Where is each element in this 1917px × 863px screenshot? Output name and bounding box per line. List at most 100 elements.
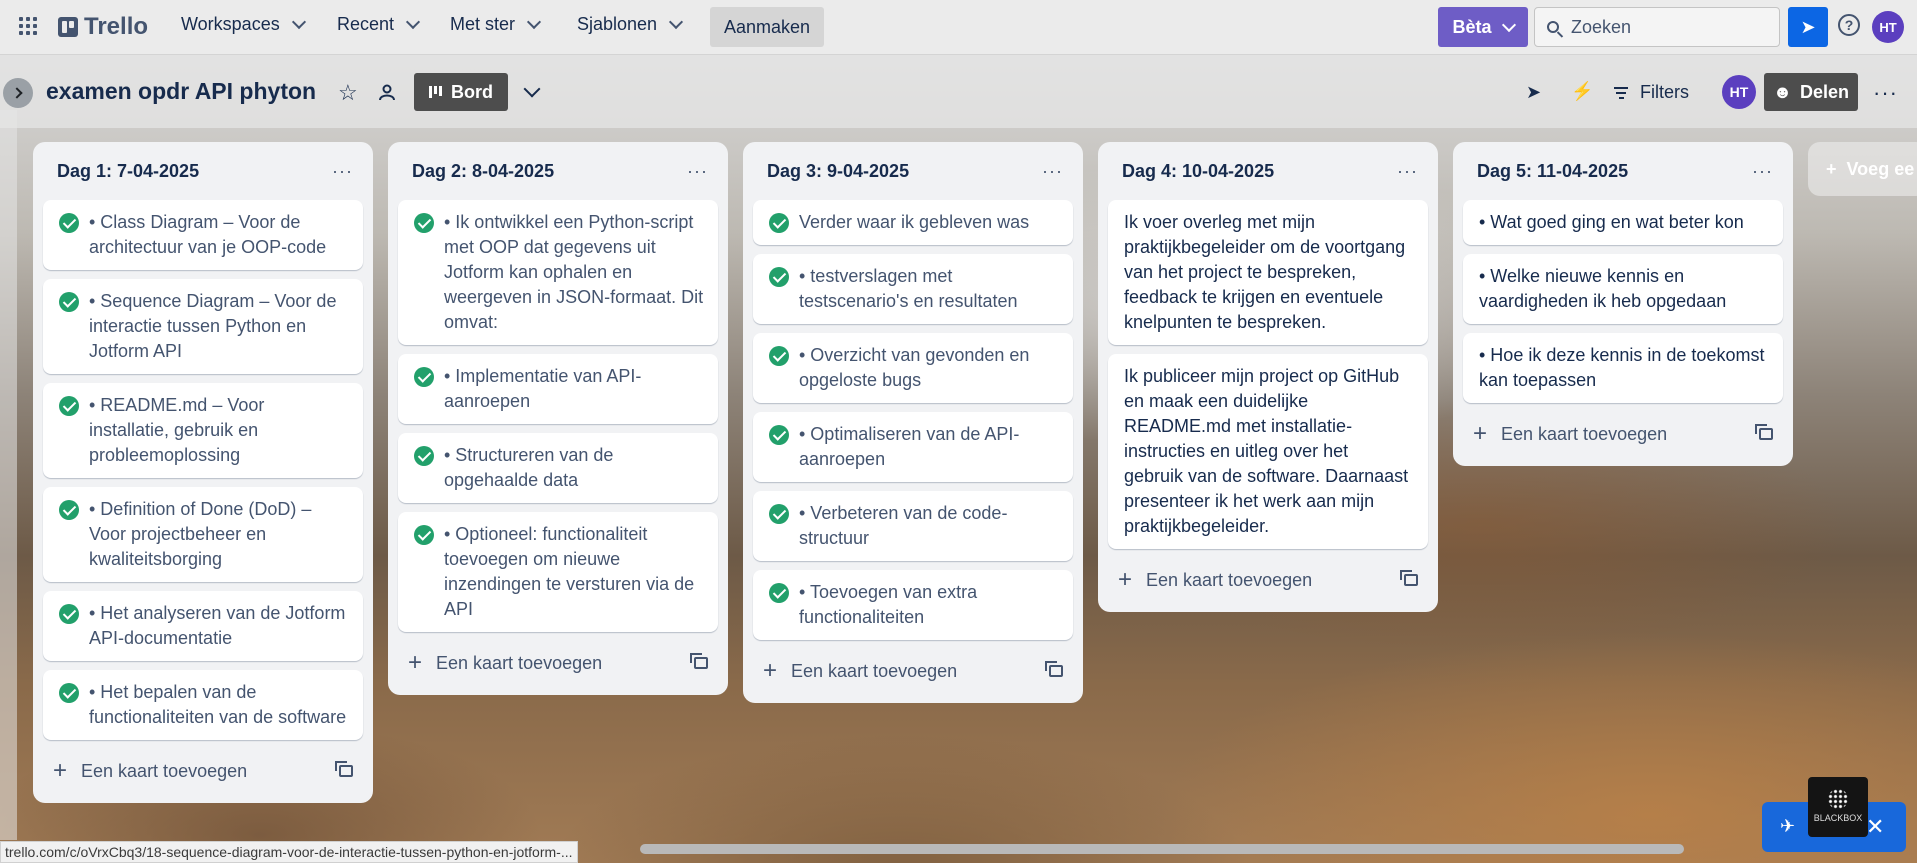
card[interactable]: • Hoe ik deze kennis in de toekomst kan … <box>1463 333 1783 403</box>
close-icon[interactable]: ✕ <box>1866 814 1884 840</box>
card[interactable]: Ik voer overleg met mijn praktijkbegelei… <box>1108 200 1428 345</box>
create-button[interactable]: Aanmaken <box>710 7 824 47</box>
board-title[interactable]: examen opdr API phyton <box>46 78 316 105</box>
list-title[interactable]: Dag 3: 9-04-2025 <box>767 161 909 182</box>
widget-icon[interactable]: ✈ <box>1780 816 1795 837</box>
add-card-button[interactable]: + Een kaart toevoegen <box>1118 566 1312 593</box>
card-title: • README.md – Voor installatie, gebruik … <box>89 395 265 465</box>
add-card-button[interactable]: + Een kaart toevoegen <box>1473 422 1667 446</box>
add-card-button[interactable]: + Een kaart toevoegen <box>53 759 247 783</box>
add-list-button[interactable]: + Voeg ee <box>1808 142 1917 196</box>
plus-icon: + <box>1118 566 1133 593</box>
filters-button[interactable]: Filters <box>1614 82 1689 103</box>
add-card-row: + Een kaart toevoegen <box>398 641 718 685</box>
card-title: • Class Diagram – Voor de architectuur v… <box>89 212 327 257</box>
card[interactable]: • Het bepalen van de functionaliteiten v… <box>43 670 363 740</box>
notifications-button[interactable]: ➤ <box>1788 7 1828 47</box>
board-view-button[interactable]: Bord <box>414 73 508 111</box>
card[interactable]: • Sequence Diagram – Voor de interactie … <box>43 279 363 374</box>
list-header[interactable]: Dag 4: 10-04-2025 ··· <box>1108 142 1428 200</box>
list-menu-icon[interactable]: ··· <box>332 161 353 182</box>
list-menu-icon[interactable]: ··· <box>687 161 708 182</box>
checkmark-icon[interactable] <box>59 500 79 520</box>
checkmark-icon[interactable] <box>769 267 789 287</box>
card-title: • Optimaliseren van de API-aanroepen <box>799 424 1020 469</box>
list-menu-icon[interactable]: ··· <box>1042 161 1063 182</box>
search-input[interactable] <box>1569 15 1773 39</box>
board-member-avatar[interactable]: HT <box>1722 75 1756 109</box>
help-icon[interactable]: ? <box>1838 14 1860 36</box>
add-card-button[interactable]: + Een kaart toevoegen <box>763 657 957 684</box>
beta-button[interactable]: Bèta <box>1438 7 1528 47</box>
card-title: • Implementatie van API-aanroepen <box>444 366 642 411</box>
card[interactable]: • Ik ontwikkel een Python-script met OOP… <box>398 200 718 345</box>
list-title[interactable]: Dag 4: 10-04-2025 <box>1122 161 1274 182</box>
card[interactable]: • Structureren van de opgehaalde data <box>398 433 718 503</box>
menu-starred[interactable]: Met ster <box>450 14 542 35</box>
card-template-icon[interactable] <box>1400 570 1418 586</box>
automation-icon[interactable]: ⚡ <box>1571 81 1593 102</box>
trello-logo[interactable]: Trello <box>58 13 148 41</box>
checkmark-icon[interactable] <box>769 425 789 445</box>
card[interactable]: • Optimaliseren van de API-aanroepen <box>753 412 1073 482</box>
checkmark-icon[interactable] <box>59 396 79 416</box>
add-card-button[interactable]: + Een kaart toevoegen <box>408 651 602 675</box>
checkmark-icon[interactable] <box>414 213 434 233</box>
list-header[interactable]: Dag 3: 9-04-2025 ··· <box>753 142 1073 200</box>
card[interactable]: • Toevoegen van extra functionaliteiten <box>753 570 1073 640</box>
search-icon <box>1547 21 1559 33</box>
card[interactable]: • Implementatie van API-aanroepen <box>398 354 718 424</box>
power-ups-icon[interactable]: ➤ <box>1526 82 1541 103</box>
blackbox-badge[interactable]: BLACKBOX <box>1808 777 1868 837</box>
list-menu-icon[interactable]: ··· <box>1752 161 1773 182</box>
checkmark-icon[interactable] <box>769 346 789 366</box>
card-template-icon[interactable] <box>1045 661 1063 677</box>
card[interactable]: • Verbeteren van de code-structuur <box>753 491 1073 561</box>
list-title[interactable]: Dag 1: 7-04-2025 <box>57 161 199 182</box>
card[interactable]: Verder waar ik gebleven was <box>753 200 1073 245</box>
checkmark-icon[interactable] <box>59 292 79 312</box>
card[interactable]: • Class Diagram – Voor de architectuur v… <box>43 200 363 270</box>
checkmark-icon[interactable] <box>769 504 789 524</box>
checkmark-icon[interactable] <box>769 583 789 603</box>
checkmark-icon[interactable] <box>59 683 79 703</box>
checkmark-icon[interactable] <box>59 604 79 624</box>
checkmark-icon[interactable] <box>414 446 434 466</box>
card[interactable]: • Overzicht van gevonden en opgeloste bu… <box>753 333 1073 403</box>
card[interactable]: • testverslagen met testscenario's en re… <box>753 254 1073 324</box>
board-menu-icon[interactable]: ··· <box>1873 80 1898 106</box>
app-switcher-icon[interactable] <box>19 17 37 35</box>
plus-icon: + <box>763 657 778 684</box>
horizontal-scrollbar[interactable] <box>640 844 1684 854</box>
card-template-icon[interactable] <box>1755 424 1773 440</box>
checkmark-icon[interactable] <box>414 367 434 387</box>
checkmark-icon[interactable] <box>769 213 789 233</box>
card-title: • testverslagen met testscenario's en re… <box>799 266 1018 311</box>
list-title[interactable]: Dag 5: 11-04-2025 <box>1477 161 1628 182</box>
card[interactable]: • Welke nieuwe kennis en vaardigheden ik… <box>1463 254 1783 324</box>
checkmark-icon[interactable] <box>59 213 79 233</box>
card[interactable]: Ik publiceer mijn project op GitHub en m… <box>1108 354 1428 549</box>
list-header[interactable]: Dag 2: 8-04-2025 ··· <box>398 142 718 200</box>
card[interactable]: • README.md – Voor installatie, gebruik … <box>43 383 363 478</box>
menu-workspaces[interactable]: Workspaces <box>181 14 306 35</box>
card-template-icon[interactable] <box>690 653 708 669</box>
list-title[interactable]: Dag 2: 8-04-2025 <box>412 161 554 182</box>
list-menu-icon[interactable]: ··· <box>1397 161 1418 182</box>
share-button[interactable]: ☻ Delen <box>1764 73 1858 111</box>
card[interactable]: • Optioneel: functionaliteit toevoegen o… <box>398 512 718 632</box>
menu-templates[interactable]: Sjablonen <box>577 14 684 35</box>
list-header[interactable]: Dag 5: 11-04-2025 ··· <box>1463 142 1783 200</box>
card-template-icon[interactable] <box>335 761 353 777</box>
star-icon[interactable]: ☆ <box>338 80 358 106</box>
menu-recent[interactable]: Recent <box>337 14 421 35</box>
visibility-icon[interactable] <box>378 83 396 101</box>
card[interactable]: • Wat goed ging en wat beter kon <box>1463 200 1783 245</box>
search-box[interactable] <box>1534 7 1780 47</box>
card[interactable]: • Het analyseren van de Jotform API-docu… <box>43 591 363 661</box>
checkmark-icon[interactable] <box>414 525 434 545</box>
expand-sidebar-button[interactable] <box>3 78 33 108</box>
card[interactable]: • Definition of Done (DoD) – Voor projec… <box>43 487 363 582</box>
account-avatar[interactable]: HT <box>1872 11 1904 43</box>
list-header[interactable]: Dag 1: 7-04-2025 ··· <box>43 142 363 200</box>
